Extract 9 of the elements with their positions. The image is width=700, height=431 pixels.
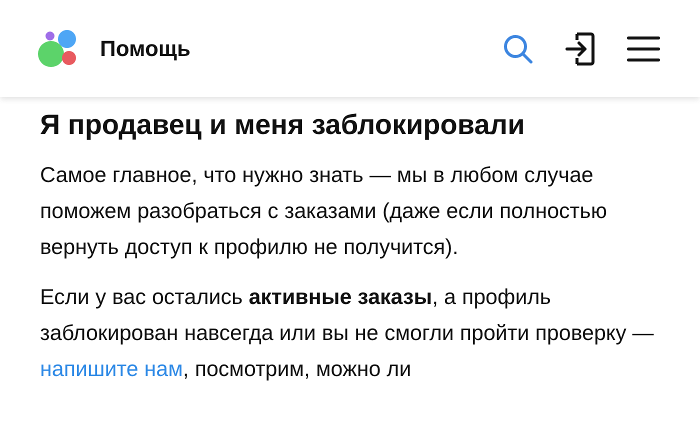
article-heading: Я продавец и меня заблокировали [40, 108, 526, 142]
article-paragraph: Самое главное, что нужно знать — мы в любом случае поможем разобраться с заказами (даже если полностью вернуть доступ к профилю не получится). [40, 162, 608, 261]
contact-link[interactable]: напишите нам [40, 357, 183, 381]
logo-icon [38, 30, 78, 67]
search-icon[interactable] [503, 34, 533, 64]
article-paragraph: Если у вас остались активные заказы, а профиль заблокирован навсегда или вы не смогли пройти проверку — напишите нам, посмотрим, можно ли [40, 284, 655, 383]
app-title: Помощь [100, 36, 190, 62]
menu-icon[interactable] [627, 36, 660, 62]
login-icon[interactable] [565, 32, 595, 66]
